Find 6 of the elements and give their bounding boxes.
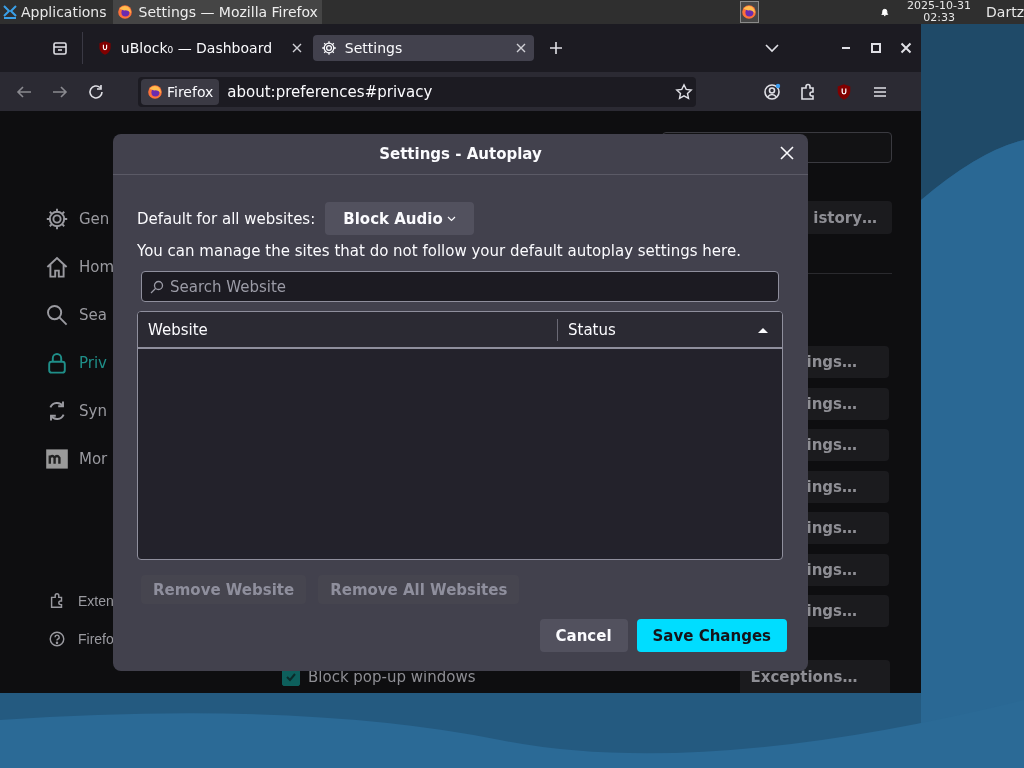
description-text: You can manage the sites that do not follow your default autoplay settings here. <box>137 241 742 261</box>
clock-time: 02:33 <box>923 12 955 24</box>
url-text: about:preferences#privacy <box>227 82 434 101</box>
dialog-title: Settings - Autoplay <box>379 145 542 163</box>
clock-date: 2025-10-31 <box>907 0 972 12</box>
default-label: Default for all websites: <box>137 209 316 228</box>
